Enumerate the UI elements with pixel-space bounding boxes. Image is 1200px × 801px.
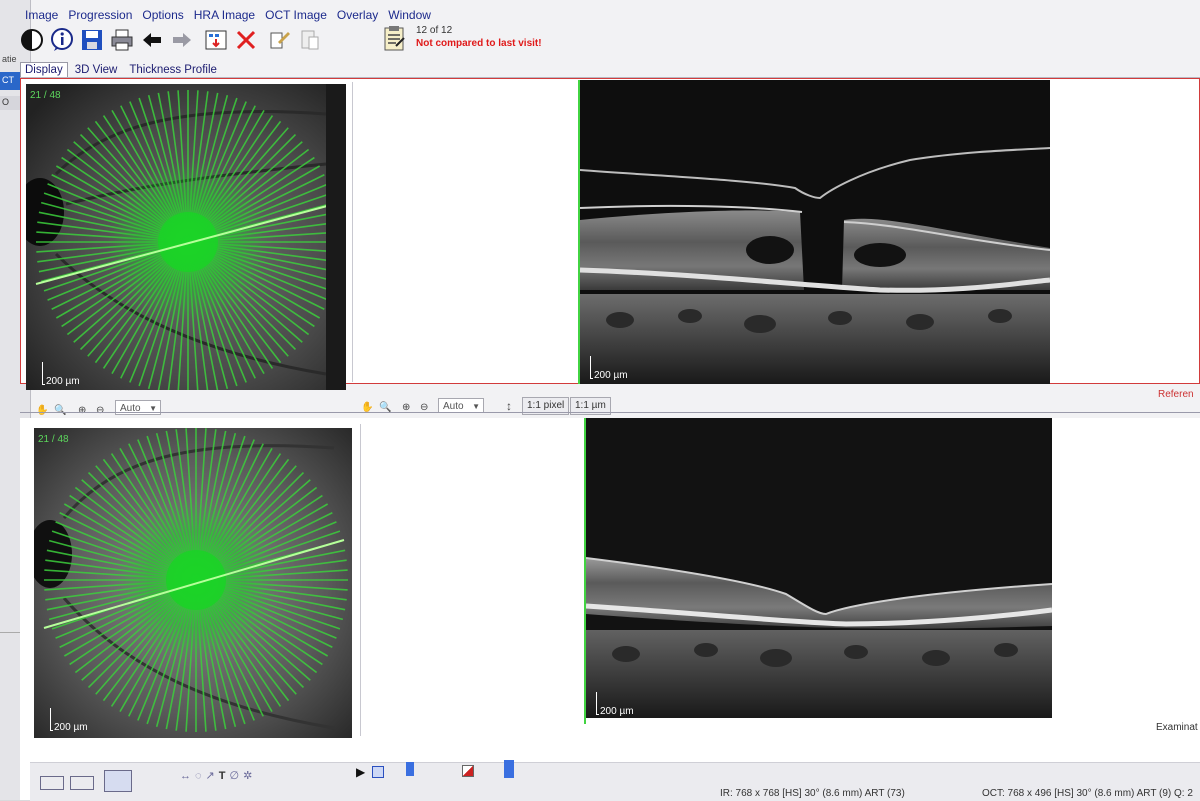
view-tabs: Display 3D View Thickness Profile [20,62,224,78]
forward-button[interactable] [168,26,196,54]
examination-fundus-svg [34,428,352,738]
reference-label: Referen [1158,389,1194,400]
record-icon[interactable] [372,766,384,778]
examination-oct-scan[interactable] [586,418,1052,718]
contrast-button[interactable] [18,26,46,54]
menu-progression[interactable]: Progression [63,6,137,24]
visit-document-icon[interactable] [382,26,408,52]
zoom-out-icon[interactable]: ⊖ [96,405,104,416]
export-button[interactable] [202,26,230,54]
print-icon [111,29,133,51]
reference-oct-scale: 200 µm [590,356,628,381]
chevron-down-icon: ▼ [149,404,157,413]
delete-icon [236,30,256,50]
examination-divider [360,424,361,736]
menu-hra-image[interactable]: HRA Image [189,6,260,24]
info-icon [51,28,73,51]
slider-thumb-1[interactable] [406,762,414,776]
paste-button[interactable] [296,26,324,54]
reference-fundus-svg [26,84,346,390]
slider-thumb-2[interactable] [504,760,514,778]
back-arrow-icon [143,33,161,47]
play-icon[interactable]: ▶ [356,765,365,779]
examination-fundus-image[interactable] [34,428,352,738]
oct-scan-info: OCT: 768 x 496 [HS] 30° (8.6 mm) ART (9)… [982,788,1193,799]
paste-icon [301,30,319,50]
info-button[interactable] [48,26,76,54]
reference-oct-scan[interactable] [580,80,1050,384]
contrast-icon [21,29,43,51]
save-button[interactable] [78,26,106,54]
examination-oct-svg [586,418,1052,718]
print-button[interactable] [108,26,136,54]
zoom-in-icon[interactable]: ⊕ [78,405,86,416]
back-button[interactable] [138,26,166,54]
reference-scan-id: 21 / 48 [30,90,61,101]
measurement-tools[interactable]: ↔◌↗T∅✲ [180,769,256,782]
examination-scan-id: 21 / 48 [38,434,69,445]
menu-window[interactable]: Window [383,6,436,24]
ir-scan-info: IR: 768 x 768 [HS] 30° (8.6 mm) ART (73) [720,788,905,799]
oct-zoom-select[interactable]: Auto ▼ [438,398,484,413]
visit-info: 12 of 12 Not compared to last visit! [416,25,542,49]
copy-button[interactable] [266,26,294,54]
copy-icon [270,32,290,49]
strip-label: atie [2,54,17,64]
reference-fundus-scale: 200 µm [42,362,80,387]
reference-oct-svg [580,80,1050,384]
tab-3d-view[interactable]: 3D View [70,62,123,78]
comparison-warning: Not compared to last visit! [416,38,542,49]
export-icon [205,30,227,50]
examination-fundus-scale: 200 µm [50,708,88,733]
tab-thickness-profile[interactable]: Thickness Profile [124,62,222,78]
forward-arrow-icon [173,33,191,47]
pan-hand-icon[interactable]: ✋ [36,405,48,416]
tab-display[interactable]: Display [20,62,68,78]
save-icon [82,30,102,50]
menu-bar: Image Progression Options HRA Image OCT … [20,6,436,24]
layout-split-icon[interactable] [70,776,94,790]
menu-oct-image[interactable]: OCT Image [260,6,332,24]
reference-fundus-image[interactable] [26,84,346,390]
examination-oct-scale: 200 µm [596,692,634,717]
zoom-icon[interactable]: 🔍 [54,405,66,416]
color-swatch-icon[interactable] [462,765,474,777]
panel-separator [20,412,1200,413]
menu-overlay[interactable]: Overlay [332,6,383,24]
vertical-scale-icon[interactable]: ↕ [506,399,512,413]
delete-button[interactable] [232,26,260,54]
layout-single-icon[interactable] [40,776,64,790]
oct-zoom-value: Auto [443,401,464,412]
visit-count: 12 of 12 [416,25,453,36]
menu-options[interactable]: Options [137,6,188,24]
menu-image[interactable]: Image [20,6,63,24]
reference-divider [352,82,353,382]
toolbar [18,24,326,56]
layout-stacked-icon[interactable] [104,770,132,792]
examination-label: Examinat [1156,722,1198,733]
